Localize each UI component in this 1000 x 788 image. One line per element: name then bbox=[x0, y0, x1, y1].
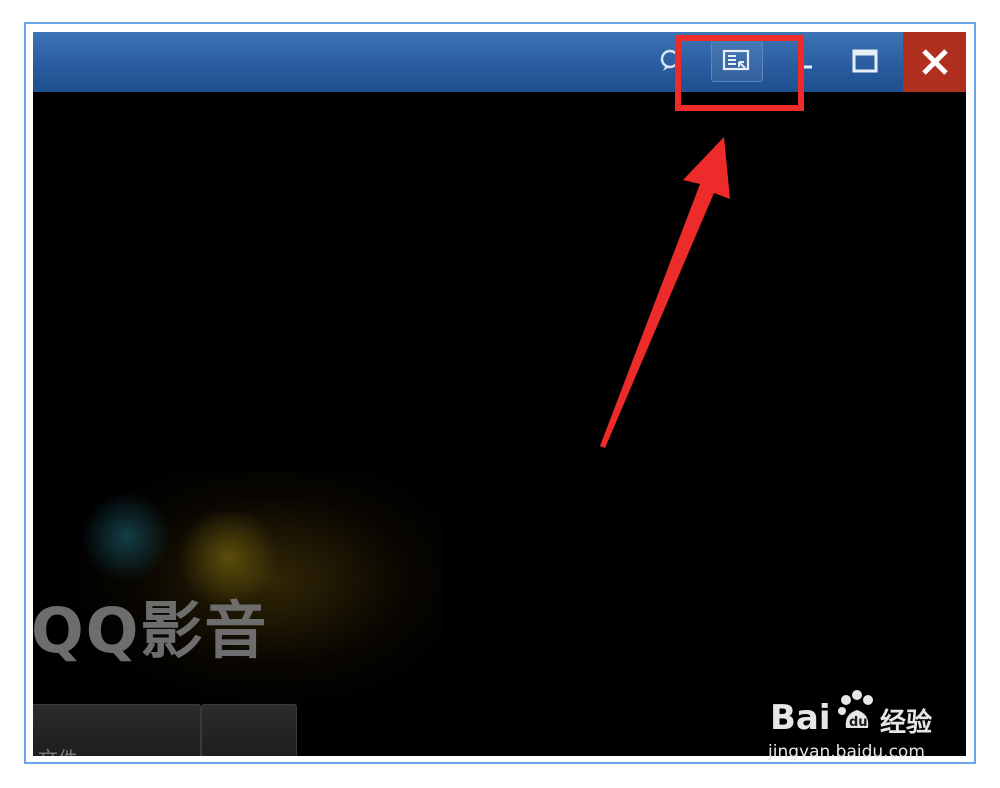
watermark-brand: Bai bbox=[770, 698, 831, 738]
watermark-suffix: 经验 bbox=[880, 708, 933, 738]
baidu-paw-icon: du bbox=[834, 688, 880, 738]
annotation-arrow bbox=[600, 137, 730, 448]
baidu-watermark: Bai du 经验 jingyan.baidu.com bbox=[762, 680, 962, 770]
svg-text:du: du bbox=[849, 715, 868, 730]
watermark-url: jingyan.baidu.com bbox=[768, 742, 925, 762]
